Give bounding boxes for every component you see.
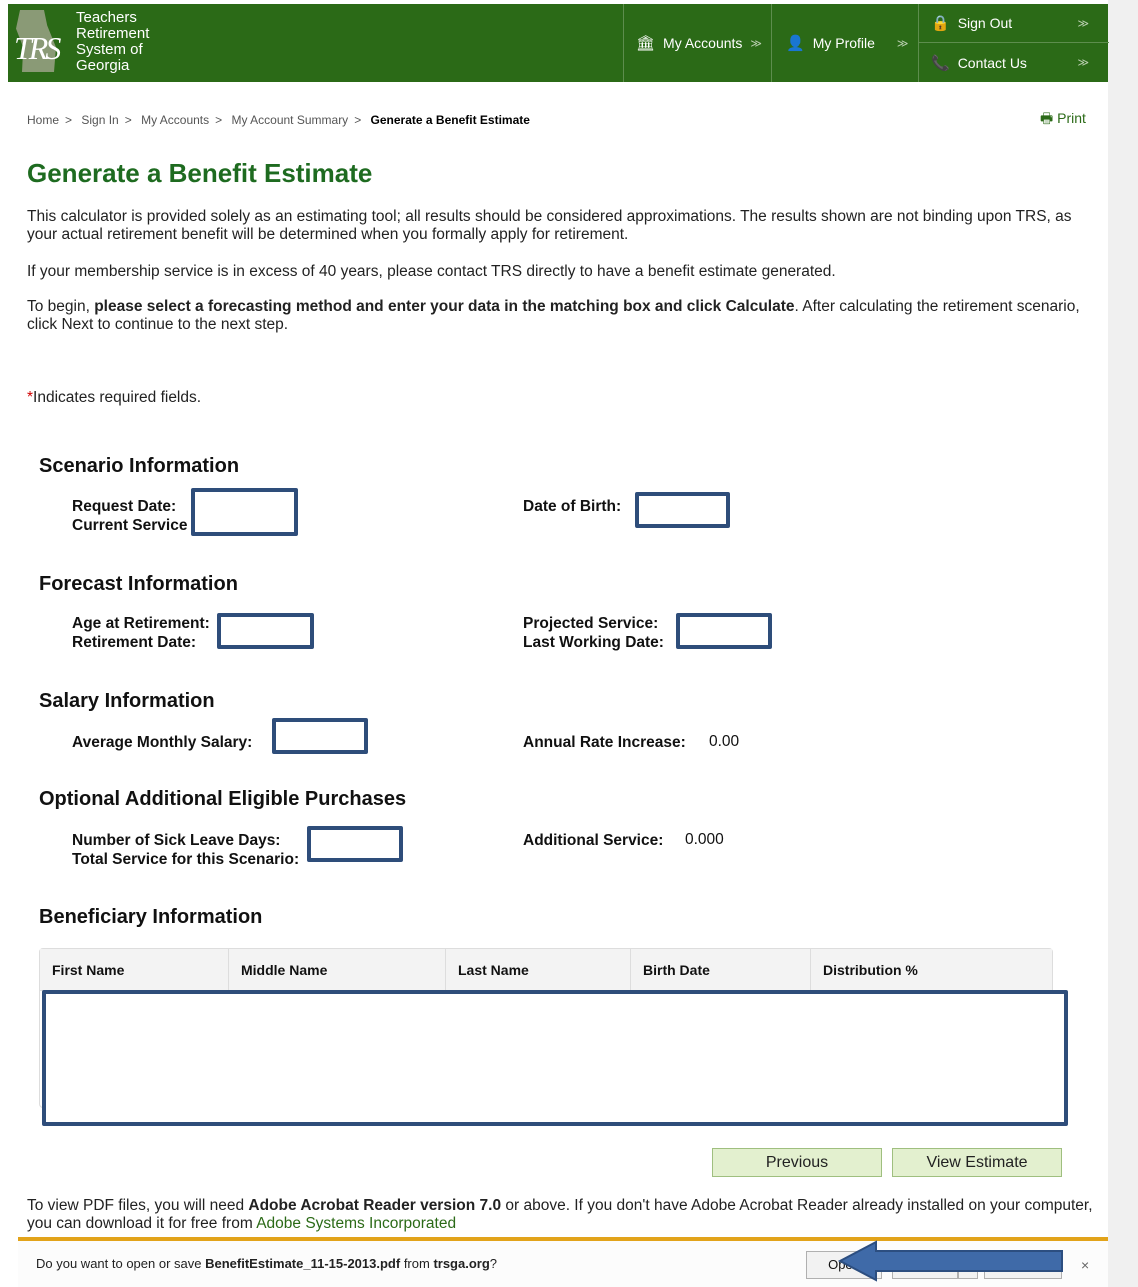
projected-service-label: Projected Service: xyxy=(523,615,659,632)
printer-icon: 🖶 xyxy=(1040,110,1054,126)
breadcrumb-home[interactable]: Home xyxy=(27,113,59,127)
column-header[interactable]: Middle Name xyxy=(229,949,446,990)
forecast-heading: Forecast Information xyxy=(39,573,238,595)
nav-sign-out-label: Sign Out xyxy=(957,15,1013,31)
chevron-down-icon: ≫ xyxy=(1077,17,1089,30)
phone-icon: 📞 xyxy=(931,54,950,72)
nav-my-accounts[interactable]: 🏛 My Accounts ≫ xyxy=(623,4,771,82)
column-header[interactable]: Last Name xyxy=(446,949,631,990)
download-text: Do you want to open or save xyxy=(36,1256,206,1271)
previous-button[interactable]: Previous xyxy=(712,1148,882,1177)
nav-contact-us[interactable]: 📞 Contact Us ≫ xyxy=(919,43,1109,82)
adobe-link[interactable]: Adobe Systems Incorporated xyxy=(256,1215,456,1232)
logo-line: System of xyxy=(76,41,143,58)
required-text: Indicates required fields. xyxy=(33,389,202,406)
lock-icon: 🔒 xyxy=(931,15,950,32)
user-icon: 👤 xyxy=(786,35,805,52)
redacted-value xyxy=(272,718,368,754)
column-header[interactable]: Birth Date xyxy=(631,949,811,990)
page-title: Generate a Benefit Estimate xyxy=(27,158,373,188)
total-service-label: Total Service for this Scenario: xyxy=(72,851,300,868)
nav-contact-us-label: Contact Us xyxy=(957,54,1027,71)
redacted-value xyxy=(217,613,314,649)
column-header[interactable]: First Name xyxy=(40,949,229,990)
vertical-scrollbar[interactable] xyxy=(1108,0,1138,1287)
beneficiary-heading: Beneficiary Information xyxy=(39,906,263,928)
required-note: *Indicates required fields. xyxy=(27,389,201,407)
breadcrumb-current: Generate a Benefit Estimate xyxy=(370,113,530,127)
redacted-value xyxy=(191,488,298,536)
avg-monthly-salary-label: Average Monthly Salary: xyxy=(72,734,253,751)
trs-logo[interactable]: TRS Teachers Retirement System of Georgi… xyxy=(8,4,183,82)
georgia-map-icon: TRS xyxy=(10,8,72,78)
download-site: trsga.org xyxy=(433,1256,490,1271)
annotation-arrow-icon xyxy=(837,1240,1063,1282)
logo-line: Retirement xyxy=(76,25,150,42)
salary-heading: Salary Information xyxy=(39,690,215,712)
close-icon[interactable]: × xyxy=(1081,1257,1089,1273)
last-working-date-label: Last Working Date: xyxy=(523,634,664,651)
retirement-date-label: Retirement Date: xyxy=(72,634,197,651)
nav-my-accounts-label: My Accounts xyxy=(663,35,743,51)
annual-rate-increase-value: 0.00 xyxy=(709,733,740,750)
additional-service-value: 0.000 xyxy=(685,831,724,848)
column-header[interactable]: Distribution % xyxy=(811,949,1052,990)
nav-sign-out[interactable]: 🔒 Sign Out ≫ xyxy=(919,4,1109,43)
purchases-heading: Optional Additional Eligible Purchases xyxy=(39,788,407,810)
breadcrumb: Home > Sign In > My Accounts > My Account S… xyxy=(27,113,530,127)
logo-line: Teachers xyxy=(76,9,137,26)
chevron-down-icon: ≫ xyxy=(1077,57,1089,69)
breadcrumb-sign-in[interactable]: Sign In xyxy=(81,113,118,127)
annual-rate-increase-label: Annual Rate Increase: xyxy=(523,734,686,751)
age-at-retirement-label: Age at Retirement: xyxy=(72,615,210,632)
nav-my-profile-label: My Profile xyxy=(812,35,875,51)
sick-leave-days-label: Number of Sick Leave Days: xyxy=(72,832,281,849)
scenario-heading: Scenario Information xyxy=(39,455,240,477)
download-filename: BenefitEstimate_11-15-2013.pdf xyxy=(205,1256,401,1271)
intro-paragraph: This calculator is provided solely as an… xyxy=(27,208,1072,243)
view-estimate-button[interactable]: View Estimate xyxy=(892,1148,1062,1177)
page: TRS Teachers Retirement System of Georgi… xyxy=(0,0,1138,1287)
chevron-down-icon: ≫ xyxy=(896,37,909,50)
site-header: TRS Teachers Retirement System of Georgi… xyxy=(8,4,1109,82)
pdf-note-text: To view PDF files, you will need xyxy=(27,1197,249,1214)
request-date-label: Request Date: xyxy=(72,498,177,515)
logo-text: Teachers Retirement System of Georgia xyxy=(76,10,149,74)
print-link[interactable]: 🖶 Print xyxy=(1040,108,1086,132)
intro-paragraph: If your membership service is in excess … xyxy=(27,263,836,280)
download-message: Do you want to open or save BenefitEstim… xyxy=(36,1256,497,1271)
date-of-birth-label: Date of Birth: xyxy=(523,498,622,515)
bank-icon: 🏛 xyxy=(636,35,656,52)
nav-my-profile[interactable]: 👤 My Profile ≫ xyxy=(771,4,918,82)
nav-right: 🔒 Sign Out ≫ 📞 Contact Us ≫ xyxy=(918,4,1109,82)
download-text: from xyxy=(400,1256,434,1271)
redacted-table-rows xyxy=(42,990,1068,1126)
table-header: First Name Middle Name Last Name Birth D… xyxy=(40,949,1052,991)
breadcrumb-my-accounts[interactable]: My Accounts xyxy=(141,113,209,127)
redacted-value xyxy=(635,492,730,528)
current-service-label: Current Service xyxy=(72,517,188,534)
redacted-value xyxy=(676,613,772,649)
instructions-bold: please select a forecasting method and e… xyxy=(94,298,795,315)
instructions-start: To begin, xyxy=(27,298,95,315)
logo-abbrev: TRS xyxy=(14,30,61,66)
additional-service-label: Additional Service: xyxy=(523,832,664,849)
redacted-value xyxy=(307,826,403,862)
download-text: ? xyxy=(489,1256,498,1271)
pdf-reader-note: To view PDF files, you will need Adobe A… xyxy=(27,1197,1102,1233)
print-label: Print xyxy=(1057,110,1086,126)
breadcrumb-account-summary[interactable]: My Account Summary xyxy=(231,113,348,127)
chevron-down-icon: ≫ xyxy=(750,37,762,50)
pdf-note-bold: Adobe Acrobat Reader version 7.0 xyxy=(248,1197,502,1214)
logo-line: Georgia xyxy=(76,57,130,74)
instructions-paragraph: To begin, please select a forecasting me… xyxy=(27,298,1097,334)
